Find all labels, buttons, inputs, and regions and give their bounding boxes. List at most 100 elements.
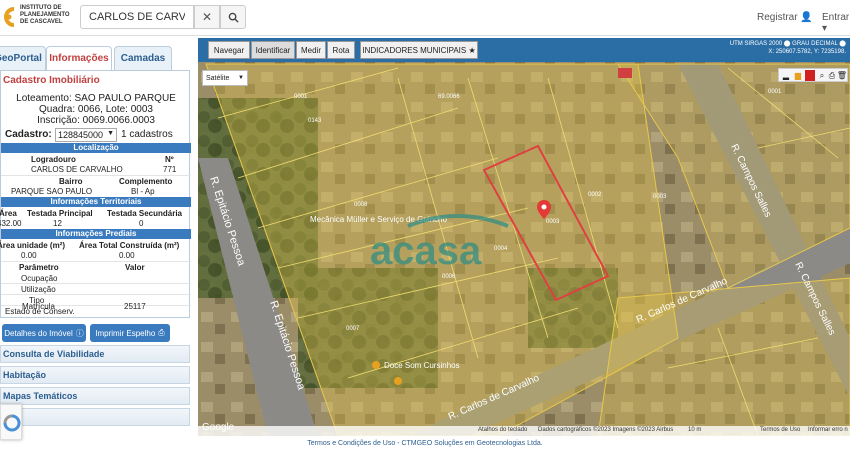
row-divider	[1, 283, 191, 284]
param-name: Matrícula	[22, 302, 55, 311]
map-toolbar: Navegar Identificar Medir Rota INDICADOR…	[198, 38, 850, 62]
lot-label: 69.0066	[438, 94, 460, 100]
area-unidade-value: 0.00	[21, 251, 37, 260]
col-testada-secundaria: Testada Secundária	[107, 209, 182, 218]
lot-label: 0001	[294, 94, 308, 100]
sidebar-tabs: GeoPortal Informações Camadas	[0, 44, 192, 70]
close-icon: ✕	[201, 10, 213, 24]
coordinate-readout: UTM SIRGAS 2000 ⬤ GRAU DECIMAL ⬤ X: 2506…	[729, 41, 846, 55]
section-localizacao: Localização	[1, 143, 191, 153]
map-viewport[interactable]: R. Epitácio Pessoa R. Epitácio Pessoa R.…	[198, 38, 850, 436]
tab-camadas[interactable]: Camadas	[114, 46, 172, 70]
info-panel: Cadastro Imobiliário Loteamento: SAO PAU…	[0, 70, 191, 318]
lot-label: 0003	[546, 219, 560, 225]
clear-search-button[interactable]: ✕	[194, 5, 220, 29]
navegar-button[interactable]: Navegar	[208, 41, 250, 59]
map-data-credit: Dados cartográficos ©2023 Imagens ©2023 …	[538, 427, 674, 433]
detalhes-imovel-button[interactable]: Detalhes do Imóvel ⓘ	[2, 324, 86, 342]
lot-label: 0143	[308, 118, 322, 124]
report-error-link[interactable]: Informar erro n	[808, 427, 848, 433]
inscricao: Inscrição: 0069.0066.0003	[37, 115, 155, 126]
accordion-habitacao[interactable]: Habitação	[0, 366, 190, 384]
col-area-construida: Área Total Construída (m²)	[79, 241, 180, 250]
page-footer[interactable]: Termos e Condições de Uso - CTMGEO Soluç…	[0, 437, 850, 450]
lot-label: 0007	[346, 326, 360, 332]
tab-geoportal[interactable]: GeoPortal	[0, 46, 46, 70]
recaptcha-icon	[3, 414, 21, 432]
search-input[interactable]	[80, 5, 194, 29]
poi-icon[interactable]	[394, 377, 402, 385]
layer-color-icon[interactable]	[805, 70, 815, 81]
param-name: Ocupação	[21, 274, 58, 283]
row-divider	[1, 294, 191, 295]
testada-secundaria-value: 0	[139, 219, 144, 228]
bar-chart-icon[interactable]: ▆	[793, 70, 803, 81]
quadra-lote: Quadra: 0066, Lote: 0003	[39, 104, 153, 115]
chevron-down-icon: ▼	[107, 130, 114, 137]
col-testada-principal: Testada Principal	[27, 209, 93, 218]
col-parametro: Parâmetro	[19, 263, 59, 272]
numero-value: 771	[163, 165, 177, 174]
identificar-button[interactable]: Identificar	[251, 41, 295, 59]
ipc-logo: INSTITUTO DE PLANEJAMENTO DE CASCAVEL	[0, 4, 70, 32]
col-valor: Valor	[125, 263, 145, 272]
map-type-select[interactable]: Satélite ▼	[202, 70, 248, 86]
satellite-map[interactable]: R. Epitácio Pessoa R. Epitácio Pessoa R.…	[198, 38, 850, 436]
area-value: 432.00	[0, 219, 22, 228]
indicadores-button[interactable]: INDICADORES MUNICIPAIS ★	[360, 41, 478, 59]
area-construida-value: 0.00	[119, 251, 135, 260]
sidebar: GeoPortal Informações Camadas Cadastro I…	[0, 44, 192, 450]
row-divider	[1, 175, 191, 176]
row-divider	[1, 261, 191, 262]
lot-label: 0004	[494, 246, 508, 252]
chevron-down-icon: ▼	[238, 75, 244, 81]
user-icon: 👤	[800, 12, 813, 23]
col-area-unidade: Área unidade (m²)	[0, 241, 66, 250]
logo-text: INSTITUTO DE PLANEJAMENTO DE CASCAVEL	[20, 5, 70, 25]
accordion-mapas-tematicos[interactable]: Mapas Temáticos	[0, 387, 190, 405]
medir-button[interactable]: Medir	[296, 41, 326, 59]
chart-icon[interactable]: ▂	[781, 70, 791, 81]
register-link[interactable]: Registrar 👤	[757, 12, 813, 23]
panel-title: Cadastro Imobiliário	[3, 75, 100, 86]
col-complemento: Complemento	[119, 177, 173, 186]
lot-label: 0002	[588, 192, 602, 198]
map-attribution: Atalhos do teclado Dados cartográficos ©…	[198, 426, 850, 436]
cadastros-count: 1 cadastros	[121, 129, 173, 140]
cadastro-label: Cadastro:	[5, 129, 52, 140]
trash-icon[interactable]: 🗑	[837, 70, 847, 81]
zoom-icon[interactable]: ⌕	[817, 70, 827, 81]
search-icon	[228, 12, 239, 23]
col-bairro: Bairro	[59, 177, 83, 186]
recaptcha-badge[interactable]	[0, 404, 22, 440]
keyboard-shortcuts-link[interactable]: Atalhos do teclado	[478, 427, 527, 433]
testada-principal-value: 12	[53, 219, 62, 228]
watermark-text: acasa	[370, 229, 482, 273]
search-button[interactable]	[220, 5, 246, 29]
business-label: Doce Som Cursinhos	[384, 361, 460, 370]
logo-mark-icon	[4, 7, 15, 27]
col-logradouro: Logradouro	[31, 155, 76, 164]
poi-icon[interactable]	[372, 361, 380, 369]
imprimir-espelho-button[interactable]: Imprimir Espelho ⎙	[90, 324, 170, 342]
cadastro-row: Cadastro: 128845000 ▼ 1 cadastros	[1, 127, 191, 143]
cadastro-select[interactable]: 128845000 ▼	[55, 128, 117, 142]
print-icon: ⎙	[158, 328, 165, 337]
bairro-value: PARQUE SAO PAULO	[11, 187, 93, 196]
tab-informacoes[interactable]: Informações	[46, 46, 112, 70]
login-link[interactable]: Entrar ▾	[822, 12, 850, 34]
logradouro-value: CARLOS DE CARVALHO	[31, 165, 123, 174]
accordion-viabilidade[interactable]: Consulta de Viabilidade	[0, 345, 190, 363]
accordion-empty[interactable]	[0, 408, 190, 426]
map-tool-strip: ▂ ▆ ⌕ ⎙ 🗑	[778, 68, 848, 82]
rota-button[interactable]: Rota	[327, 41, 355, 59]
scale-label: 10 m	[688, 427, 702, 433]
lot-label: 0006	[442, 274, 456, 280]
loteamento: Loteamento: SAO PAULO PARQUE	[16, 93, 176, 104]
info-icon: ⓘ	[75, 328, 84, 338]
complemento-value: Bl - Ap	[131, 187, 155, 196]
param-value: 25117	[124, 302, 146, 311]
print-icon[interactable]: ⎙	[827, 70, 837, 81]
top-header: INSTITUTO DE PLANEJAMENTO DE CASCAVEL ✕ …	[0, 0, 850, 36]
terms-link[interactable]: Termos de Uso	[760, 427, 800, 433]
